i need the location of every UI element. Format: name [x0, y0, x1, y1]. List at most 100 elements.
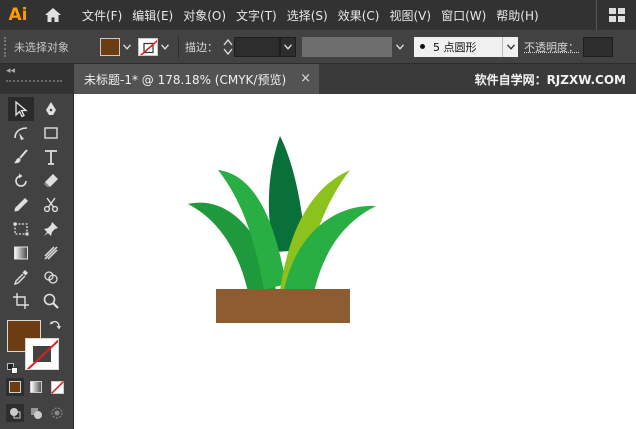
draw-inside-icon [50, 406, 64, 420]
workspace-switcher-button[interactable] [596, 0, 636, 30]
zoom-tool[interactable] [38, 289, 64, 313]
variable-width-profile[interactable] [302, 37, 392, 57]
chevron-down-icon [284, 44, 292, 50]
divider [178, 36, 179, 58]
draw-normal-icon [8, 406, 22, 420]
eraser-icon [42, 172, 60, 190]
artboard-tool[interactable] [8, 289, 34, 313]
no-stroke-icon [26, 339, 59, 370]
toolbar-panel-header[interactable]: ◂◂ [0, 64, 74, 94]
menu-type[interactable]: 文字(T) [236, 7, 277, 24]
mesh-tool[interactable] [38, 241, 64, 265]
plant-artwork[interactable] [74, 94, 636, 429]
stroke-dropdown[interactable] [158, 38, 172, 56]
pen-icon [42, 100, 60, 118]
menu-bar: Ai 文件(F) 编辑(E) 对象(O) 文字(T) 选择(S) 效果(C) 视… [0, 0, 636, 30]
default-colors-icon[interactable] [7, 360, 19, 372]
zoom-icon [42, 292, 60, 310]
pencil-icon [12, 196, 30, 214]
curvature-pen-icon [12, 124, 30, 142]
opacity-input[interactable] [583, 37, 613, 57]
menu-object[interactable]: 对象(O) [183, 7, 226, 24]
swap-fill-stroke-icon[interactable] [48, 318, 62, 332]
chevron-down-icon [507, 44, 515, 50]
artboard-canvas[interactable] [74, 94, 636, 429]
home-button[interactable] [36, 0, 70, 30]
control-bar: 未选择对象 描边： 5 点圆形 不透明度： [0, 30, 636, 64]
home-icon [44, 7, 62, 23]
variable-width-dropdown[interactable] [392, 37, 408, 57]
collapse-panel-icon[interactable]: ◂◂ [6, 66, 15, 76]
brush-definition-select[interactable]: 5 点圆形 [414, 37, 502, 57]
selection-tool[interactable] [8, 97, 34, 121]
fill-dropdown[interactable] [120, 38, 134, 56]
shape-builder-tool[interactable] [38, 265, 64, 289]
free-transform-tool[interactable] [8, 217, 34, 241]
document-tab[interactable]: 未标题-1* @ 178.18% (CMYK/预览) × [74, 64, 319, 94]
menu-items: 文件(F) 编辑(E) 对象(O) 文字(T) 选择(S) 效果(C) 视图(V… [82, 7, 549, 24]
eraser-tool[interactable] [38, 169, 64, 193]
menu-file[interactable]: 文件(F) [82, 7, 122, 24]
brush-dot-icon [420, 44, 425, 49]
type-icon [42, 148, 60, 166]
gradient-icon [12, 244, 30, 262]
mesh-icon [42, 244, 60, 262]
shape-builder-icon [42, 268, 60, 286]
chevron-down-icon [161, 44, 169, 50]
apply-color-button[interactable] [6, 378, 24, 396]
draw-normal-button[interactable] [6, 404, 24, 422]
chevron-down-icon [123, 44, 131, 50]
stroke-weight-dropdown[interactable] [280, 37, 296, 57]
artboard-icon [12, 292, 30, 310]
eyedropper-tool[interactable] [8, 265, 34, 289]
puppet-warp-tool[interactable] [38, 217, 64, 241]
pin-icon [42, 220, 60, 238]
type-tool[interactable] [38, 145, 64, 169]
menu-edit[interactable]: 编辑(E) [132, 7, 173, 24]
scissors-icon [42, 196, 60, 214]
app-logo: Ai [0, 0, 36, 30]
pencil-tool[interactable] [8, 193, 34, 217]
tools-panel [0, 94, 74, 429]
fill-color-swatch[interactable] [100, 38, 120, 56]
rectangle-icon [42, 124, 60, 142]
draw-inside-button[interactable] [48, 404, 66, 422]
brush-name: 5 点圆形 [433, 39, 477, 55]
control-bar-grip[interactable] [4, 37, 10, 57]
selection-status: 未选择对象 [14, 39, 100, 55]
illustrator-window: Ai 文件(F) 编辑(E) 对象(O) 文字(T) 选择(S) 效果(C) 视… [0, 0, 636, 429]
paintbrush-icon [12, 148, 30, 166]
stroke-color-swatch[interactable] [138, 38, 158, 56]
stroke-weight-input[interactable] [234, 37, 280, 57]
eyedropper-icon [12, 268, 30, 286]
site-watermark: 软件自学网：RJZXW.COM [475, 71, 626, 88]
opacity-label[interactable]: 不透明度： [524, 39, 579, 55]
pen-tool[interactable] [38, 97, 64, 121]
document-tab-bar: ◂◂ 未标题-1* @ 178.18% (CMYK/预览) × 软件自学网：RJ… [0, 64, 636, 94]
spinner-arrows-icon [222, 36, 234, 58]
apply-gradient-button[interactable] [27, 378, 45, 396]
chevron-down-icon [396, 44, 404, 50]
menu-view[interactable]: 视图(V) [389, 7, 431, 24]
menu-help[interactable]: 帮助(H) [496, 7, 538, 24]
close-document-icon[interactable]: × [300, 71, 311, 86]
brush-dropdown[interactable] [502, 37, 518, 57]
draw-behind-button[interactable] [27, 404, 45, 422]
rotate-tool[interactable] [8, 169, 34, 193]
panel-grip[interactable] [6, 80, 62, 86]
scissors-tool[interactable] [38, 193, 64, 217]
paintbrush-tool[interactable] [8, 145, 34, 169]
menu-select[interactable]: 选择(S) [287, 7, 328, 24]
rectangle-tool[interactable] [38, 121, 64, 145]
gradient-tool[interactable] [8, 241, 34, 265]
stroke-label[interactable]: 描边： [185, 39, 218, 55]
curvature-tool[interactable] [8, 121, 34, 145]
menu-window[interactable]: 窗口(W) [441, 7, 486, 24]
stroke-weight-spinner[interactable] [222, 36, 234, 58]
stroke-swatch-large[interactable] [25, 338, 59, 370]
pot[interactable] [216, 289, 350, 323]
apply-none-button[interactable] [48, 378, 66, 396]
menu-effect[interactable]: 效果(C) [338, 7, 380, 24]
no-stroke-icon [139, 39, 158, 56]
draw-behind-icon [29, 406, 43, 420]
